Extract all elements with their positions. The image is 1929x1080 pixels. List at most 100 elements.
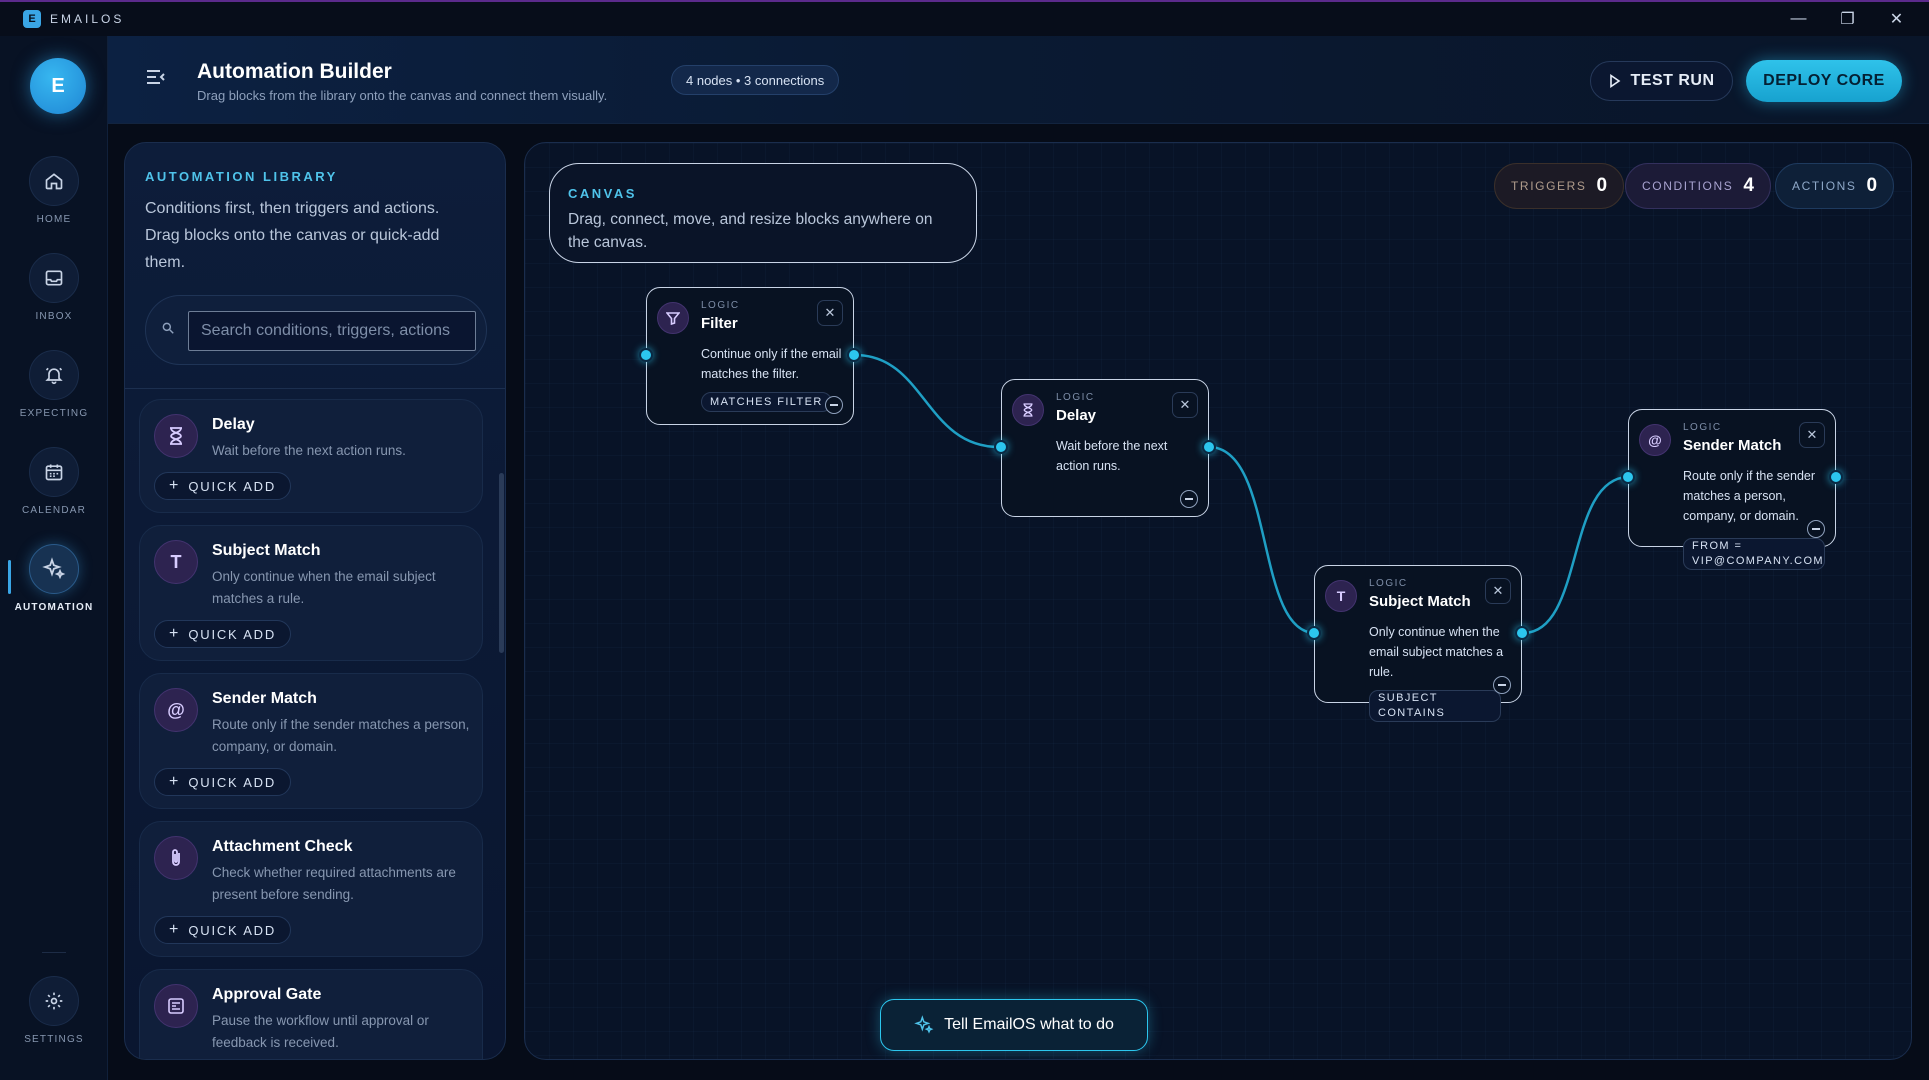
quick-add-label: QUICK ADD: [188, 774, 277, 790]
resize-handle-icon[interactable]: [1807, 520, 1825, 538]
nav-item-settings[interactable]: SETTINGS: [0, 976, 108, 1056]
nav-label: EXPECTING: [19, 408, 89, 419]
hourglass-icon: [1012, 394, 1044, 426]
quick-add-button[interactable]: + QUICK ADD: [154, 768, 292, 796]
resize-handle-icon[interactable]: [1180, 490, 1198, 508]
maximize-button[interactable]: ❐: [1823, 2, 1872, 36]
node-delay-input-port[interactable]: [994, 440, 1008, 454]
search-box: [145, 295, 487, 365]
quick-add-label: QUICK ADD: [188, 478, 277, 494]
library-item-title: Sender Match: [212, 690, 317, 707]
rail-divider: [42, 952, 66, 953]
node-delay-output-port[interactable]: [1202, 440, 1216, 454]
close-window-button[interactable]: ✕: [1872, 2, 1921, 36]
collapse-menu-icon[interactable]: [144, 66, 170, 88]
gear-icon: [29, 976, 79, 1026]
page-title: Automation Builder: [197, 60, 392, 83]
node-kicker: LOGIC: [1056, 392, 1095, 403]
node-tag: SUBJECT CONTAINS: [1369, 690, 1501, 722]
node-sender-match[interactable]: @ LOGIC Sender Match ✕ Route only if the…: [1628, 409, 1836, 570]
node-remove-button[interactable]: ✕: [1172, 392, 1198, 418]
library-item-sender-match[interactable]: @ Sender Match Route only if the sender …: [139, 673, 483, 809]
close-icon: ✕: [1492, 583, 1504, 598]
connection-wire[interactable]: [1208, 445, 1316, 635]
ask-emailos-button[interactable]: Tell EmailOS what to do: [880, 999, 1148, 1051]
plus-icon: +: [169, 477, 179, 494]
close-icon: ✕: [1179, 397, 1191, 412]
avatar[interactable]: E: [30, 58, 86, 114]
node-kicker: LOGIC: [1369, 578, 1408, 589]
page-header: Automation Builder Drag blocks from the …: [108, 36, 1929, 124]
node-remove-button[interactable]: ✕: [817, 300, 843, 326]
library-item-title: Subject Match: [212, 542, 321, 559]
quick-add-button[interactable]: + QUICK ADD: [154, 620, 292, 648]
node-filter[interactable]: LOGIC Filter ✕ Continue only if the emai…: [646, 287, 854, 425]
connection-wire[interactable]: [854, 353, 1000, 449]
node-remove-button[interactable]: ✕: [1485, 578, 1511, 604]
node-sender-match-output-port[interactable]: [1829, 470, 1843, 484]
library-item-subject-match[interactable]: T Subject Match Only continue when the e…: [139, 525, 483, 661]
library-search-input[interactable]: [188, 311, 476, 351]
library-item-title: Approval Gate: [212, 986, 322, 1003]
text-t-icon: T: [154, 540, 198, 584]
play-icon: [1609, 74, 1620, 88]
app-logo: E: [23, 10, 41, 28]
connection-wire[interactable]: [1522, 475, 1630, 635]
node-kicker: LOGIC: [1683, 422, 1722, 433]
close-icon: ✕: [824, 305, 836, 320]
library-item-desc: Pause the workflow until approval or fee…: [212, 1013, 429, 1050]
node-subject-match-input-port[interactable]: [1307, 626, 1321, 640]
node-tag: FROM = VIP@COMPANY.COM: [1683, 538, 1825, 570]
plus-icon: +: [169, 773, 179, 790]
node-title: Filter: [701, 315, 738, 332]
quick-add-button[interactable]: + QUICK ADD: [154, 472, 292, 500]
node-title: Subject Match: [1369, 593, 1471, 610]
node-title: Sender Match: [1683, 437, 1782, 454]
plus-icon: +: [169, 921, 179, 938]
deploy-core-button[interactable]: DEPLOY CORE: [1746, 60, 1902, 102]
close-icon: ✕: [1889, 11, 1904, 28]
node-description: Wait before the next action runs.: [1056, 439, 1168, 473]
node-remove-button[interactable]: ✕: [1799, 422, 1825, 448]
bell-icon: [29, 350, 79, 400]
library-heading: AUTOMATION LIBRARY: [145, 169, 338, 184]
nav-item-expecting[interactable]: EXPECTING: [0, 350, 108, 430]
nav-label: CALENDAR: [21, 505, 87, 516]
library-item-attachment-check[interactable]: Attachment Check Check whether required …: [139, 821, 483, 957]
nav-label: HOME: [36, 214, 72, 225]
funnel-icon: [657, 302, 689, 334]
minimize-button[interactable]: —: [1774, 2, 1823, 36]
node-subject-match[interactable]: T LOGIC Subject Match ✕ Only continue wh…: [1314, 565, 1522, 722]
test-run-button[interactable]: TEST RUN: [1590, 61, 1733, 101]
nav-item-home[interactable]: HOME: [0, 156, 108, 236]
library-item-desc: Check whether required attachments are p…: [212, 865, 456, 902]
nav-item-inbox[interactable]: INBOX: [0, 253, 108, 333]
node-filter-output-port[interactable]: [847, 348, 861, 362]
library-scrollbar[interactable]: [499, 473, 504, 653]
node-filter-input-port[interactable]: [639, 348, 653, 362]
hourglass-icon: [154, 414, 198, 458]
node-description: Route only if the sender matches a perso…: [1683, 469, 1816, 523]
quick-add-button[interactable]: + QUICK ADD: [154, 916, 292, 944]
sparkles-icon: [914, 1015, 934, 1034]
paperclip-icon: [154, 836, 198, 880]
plus-icon: +: [169, 625, 179, 642]
nav-item-automation[interactable]: AUTOMATION: [0, 544, 108, 624]
form-icon: [154, 984, 198, 1028]
library-item-desc: Route only if the sender matches a perso…: [212, 717, 470, 754]
library-item-approval-gate[interactable]: Approval Gate Pause the workflow until a…: [139, 969, 483, 1059]
node-subject-match-output-port[interactable]: [1515, 626, 1529, 640]
nav-item-calendar[interactable]: CALENDAR: [0, 447, 108, 527]
close-icon: ✕: [1806, 427, 1818, 442]
resize-handle-icon[interactable]: [1493, 676, 1511, 694]
node-delay[interactable]: LOGIC Delay ✕ Wait before the next actio…: [1001, 379, 1209, 517]
library-description: Conditions first, then triggers and acti…: [145, 200, 440, 271]
library-item-desc: Only continue when the email subject mat…: [212, 569, 436, 606]
ask-emailos-label: Tell EmailOS what to do: [944, 1016, 1114, 1033]
node-sender-match-input-port[interactable]: [1621, 470, 1635, 484]
nav-rail: E HOME INBOX EXPECTING CALENDAR AUTOMATI…: [0, 36, 108, 1080]
automation-canvas[interactable]: CANVAS Drag, connect, move, and resize b…: [524, 142, 1912, 1060]
library-item-delay[interactable]: Delay Wait before the next action runs. …: [139, 399, 483, 513]
calendar-icon: [29, 447, 79, 497]
resize-handle-icon[interactable]: [825, 396, 843, 414]
